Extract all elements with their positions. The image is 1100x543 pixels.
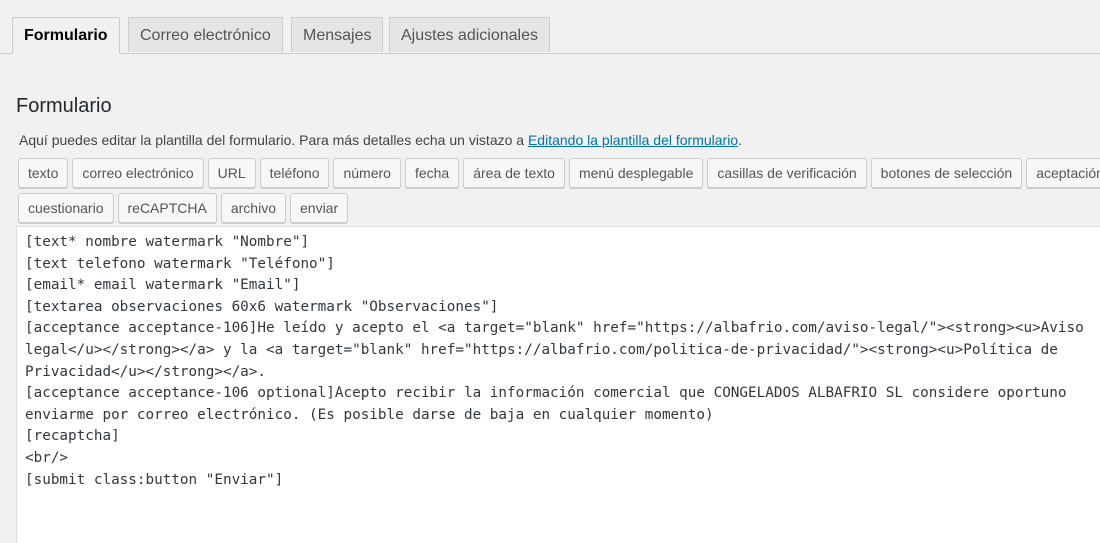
editor-line: enviarme por correo electrónico. (Es pos…: [25, 406, 714, 423]
tag-button-casillas-de-verificacion[interactable]: casillas de verificación: [707, 158, 867, 188]
tab-correo-electronico[interactable]: Correo electrónico: [128, 17, 283, 52]
section-description: Aquí puedes editar la plantilla del form…: [19, 131, 742, 149]
description-suffix: .: [738, 132, 742, 148]
tag-button-cuestionario[interactable]: cuestionario: [18, 193, 114, 223]
editor-line: [acceptance acceptance-106]He leído y ac…: [25, 320, 1084, 337]
tab-formulario[interactable]: Formulario: [12, 17, 120, 54]
editor-line: [acceptance acceptance-106 optional]Acep…: [25, 385, 1067, 402]
description-text: Aquí puedes editar la plantilla del form…: [19, 132, 528, 148]
tag-button-area-de-texto[interactable]: área de texto: [463, 158, 565, 188]
tag-generator-row-1: texto correo electrónico URL teléfono nú…: [18, 158, 1100, 188]
tab-bar: Formulario Correo electrónico Mensajes A…: [0, 0, 1100, 54]
editor-line: legal</u></strong></a> y la <a target="b…: [25, 341, 1058, 358]
tag-button-menu-desplegable[interactable]: menú desplegable: [568, 158, 704, 188]
tag-button-url[interactable]: URL: [207, 158, 256, 188]
editor-line: [recaptcha]: [25, 428, 120, 445]
editor-line: [textarea observaciones 60x6 watermark "…: [25, 298, 499, 315]
tab-ajustes-adicionales[interactable]: Ajustes adicionales: [389, 17, 550, 52]
editor-line: [text telefono watermark "Teléfono"]: [25, 255, 335, 272]
tag-button-correo-electronico[interactable]: correo electrónico: [72, 158, 204, 188]
tag-button-fecha[interactable]: fecha: [404, 158, 460, 188]
section-title: Formulario: [16, 95, 112, 117]
tag-generator-row-2: cuestionario reCAPTCHA archivo enviar: [18, 193, 349, 223]
editor-line: [text* nombre watermark "Nombre"]: [25, 234, 310, 250]
editor-line: [email* email watermark "Email"]: [25, 277, 301, 294]
tag-button-numero[interactable]: número: [333, 158, 401, 188]
editor-line: <br/>: [25, 449, 69, 466]
tag-button-recaptcha[interactable]: reCAPTCHA: [117, 193, 217, 223]
tag-button-archivo[interactable]: archivo: [220, 193, 286, 223]
tag-button-telefono[interactable]: teléfono: [259, 158, 330, 188]
form-template-editor[interactable]: [text* nombre watermark "Nombre"] [text t…: [16, 226, 1100, 543]
editor-line: [submit class:button "Enviar"]: [25, 471, 284, 488]
tag-button-aceptacion[interactable]: aceptación: [1026, 158, 1100, 188]
tag-button-texto[interactable]: texto: [18, 158, 69, 188]
template-help-link[interactable]: Editando la plantilla del formulario: [528, 132, 738, 148]
tag-button-enviar[interactable]: enviar: [290, 193, 349, 223]
editor-line: Privacidad</u></strong></a>.: [25, 363, 267, 380]
tab-mensajes[interactable]: Mensajes: [291, 17, 384, 52]
tag-button-botones-de-seleccion[interactable]: botones de selección: [870, 158, 1023, 188]
